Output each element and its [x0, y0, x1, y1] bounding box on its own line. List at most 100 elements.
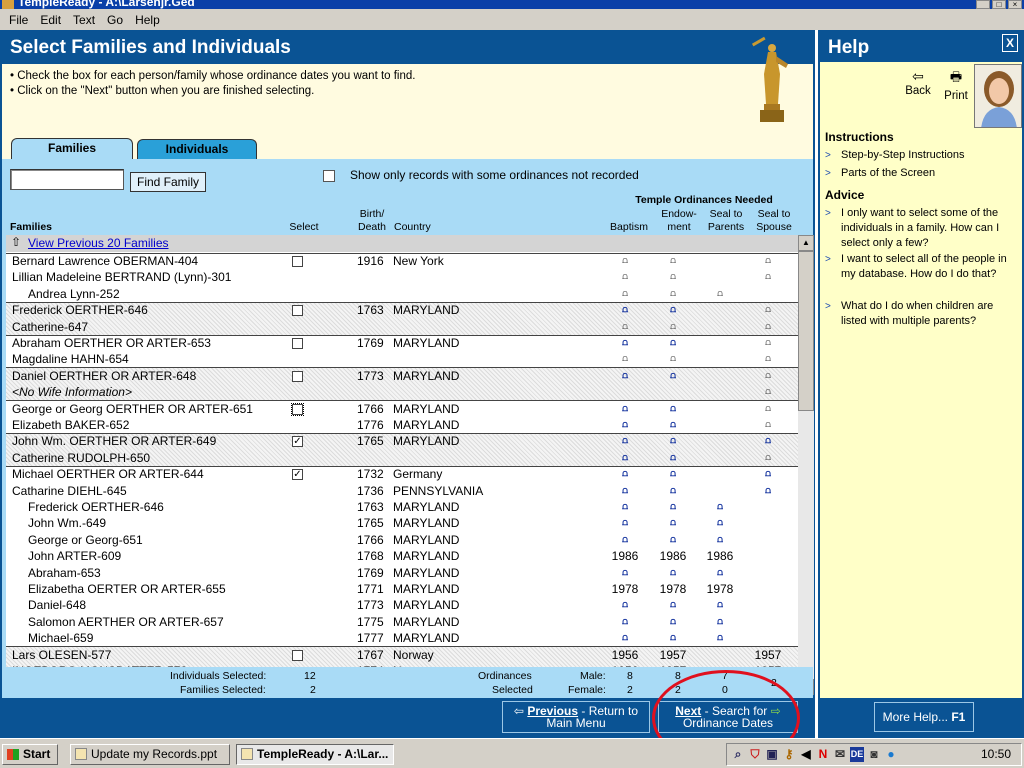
menu-file[interactable]: File: [3, 13, 34, 27]
ordinance-needed-icon: ⩍: [622, 517, 628, 528]
table-row[interactable]: Abraham-653 1769 MARYLAND ⩍ ⩍ ⩍: [6, 565, 798, 582]
table-row[interactable]: Salomon AERTHER OR ARTER-657 1775 MARYLAND…: [6, 614, 798, 631]
ordinance-needed-icon: ⩍: [622, 369, 628, 380]
scroll-up-icon[interactable]: ▲: [798, 235, 814, 251]
up-arrow-icon: ⇧: [11, 235, 22, 249]
tray-globe-icon[interactable]: ●: [884, 747, 898, 762]
tab-individuals[interactable]: Individuals: [137, 139, 257, 159]
table-row[interactable]: George or Georg-651 1766 MARYLAND ⩍ ⩍ ⩍: [6, 532, 798, 549]
tray-envelope-icon[interactable]: ✉: [833, 747, 847, 762]
select-checkbox[interactable]: [292, 338, 303, 349]
help-close-button[interactable]: X: [1002, 34, 1018, 52]
menu-text[interactable]: Text: [67, 13, 101, 27]
col-endowment-2: ment: [667, 221, 691, 233]
table-row[interactable]: Daniel OERTHER OR ARTER-648 1773 MARYLAND ⩍…: [6, 368, 798, 385]
scroll-thumb[interactable]: [798, 251, 814, 411]
maximize-button[interactable]: □: [992, 0, 1006, 9]
help-link-multiple-parents[interactable]: > What do I do when children are listed w…: [825, 299, 1015, 329]
table-row[interactable]: Lillian Madeleine BERTRAND (Lynn)-301 ⩍ ⩍ ⩍: [6, 269, 798, 286]
table-row[interactable]: Bernard Lawrence OBERMAN-404 1916 New York…: [6, 253, 798, 270]
tray-photo-icon[interactable]: ◙: [867, 747, 881, 762]
select-checkbox[interactable]: [292, 370, 303, 382]
help-link-parts-of-screen[interactable]: > Parts of the Screen: [825, 166, 1015, 181]
person-name: Elizabetha OERTER OR ARTER-655: [28, 582, 226, 596]
select-checkbox[interactable]: ✓: [292, 436, 303, 448]
table-row[interactable]: Daniel-648 1773 MARYLAND ⩍ ⩍ ⩍: [6, 597, 798, 614]
tray-icon-1[interactable]: ⌕: [731, 747, 745, 762]
start-button[interactable]: Start: [2, 744, 58, 765]
table-row[interactable]: Michael OERTHER OR ARTER-644 ✓ 1732 Germany…: [6, 466, 798, 483]
ordinance-needed-icon: ⩍: [717, 533, 723, 544]
ordinance-date: 1978: [659, 582, 687, 596]
person-name: <No Wife Information>: [12, 385, 132, 400]
find-family-button[interactable]: Find Family: [130, 172, 206, 192]
tab-families[interactable]: Families: [11, 138, 133, 160]
title-bar: TempleReady - A:\Larsenjr.Ged _ □ ×: [0, 0, 1024, 9]
help-print-button[interactable]: 🖶 Print: [940, 68, 972, 102]
person-name: Daniel OERTHER OR ARTER-648: [12, 368, 197, 383]
tray-key-icon[interactable]: ⚷: [782, 747, 796, 762]
select-checkbox[interactable]: [292, 305, 303, 317]
person-name: Salomon AERTHER OR ARTER-657: [28, 614, 224, 629]
ordinance-needed-icon: ⩍: [670, 599, 676, 610]
ordinance-unavailable-icon: ⩍: [670, 320, 676, 331]
help-link-select-some[interactable]: > I only want to select some of the indiv…: [825, 206, 1015, 251]
help-back-button[interactable]: ⇦ Back: [900, 68, 936, 97]
tray-de-icon[interactable]: DE: [850, 747, 864, 762]
menu-edit[interactable]: Edit: [34, 13, 67, 27]
table-row[interactable]: Frederick OERTHER-646 1763 MARYLAND ⩍ ⩍ ⩍: [6, 499, 798, 516]
select-checkbox[interactable]: ✓: [292, 469, 303, 481]
vertical-scrollbar[interactable]: ▲ ▼: [798, 235, 814, 695]
help-link-label: I only want to select some of the indivi…: [841, 207, 1000, 249]
previous-button[interactable]: ⇦ Previous - Return to Main Menu: [502, 701, 650, 733]
table-row[interactable]: George or Georg OERTHER OR ARTER-651 1766…: [6, 401, 798, 418]
tray-n-icon[interactable]: N: [816, 747, 830, 762]
person-name: John Wm. OERTHER OR ARTER-649: [12, 434, 217, 449]
show-only-checkbox[interactable]: [323, 170, 335, 182]
table-row[interactable]: Abraham OERTHER OR ARTER-653 1769 MARYLAND…: [6, 335, 798, 352]
country: MARYLAND: [393, 303, 460, 318]
family-search-input[interactable]: [10, 169, 124, 190]
help-link-step-by-step[interactable]: > Step-by-Step Instructions: [825, 148, 1015, 163]
table-row[interactable]: Andrea Lynn-252 ⩍ ⩍ ⩍: [6, 286, 798, 303]
table-row[interactable]: Frederick OERTHER-646 1763 MARYLAND ⩍ ⩍ ⩍: [6, 302, 798, 319]
close-window-button[interactable]: ×: [1008, 0, 1022, 9]
window-title: TempleReady - A:\Larsenjr.Ged: [18, 0, 195, 9]
select-checkbox[interactable]: [291, 402, 304, 416]
powerpoint-icon: [75, 748, 87, 760]
person-name: Daniel-648: [28, 598, 87, 613]
table-row[interactable]: Elizabeth BAKER-652 1776 MARYLAND ⩍ ⩍ ⩍: [6, 417, 798, 434]
menu-help[interactable]: Help: [129, 13, 166, 27]
table-row[interactable]: Elizabetha OERTER OR ARTER-655 1771 MARYLA…: [6, 581, 798, 598]
table-row[interactable]: Lars OLESEN-577 1767 Norway 1956 1957 1957: [6, 647, 798, 664]
person-name: Abraham OERTHER OR ARTER-653: [12, 336, 211, 350]
main-panel: • Check the box for each person/family w…: [0, 30, 815, 738]
menu-go[interactable]: Go: [101, 13, 129, 27]
ordinance-needed-icon: ⩍: [670, 517, 676, 528]
select-checkbox[interactable]: [292, 256, 303, 267]
more-help-button[interactable]: More Help... F1: [874, 702, 974, 732]
ordinance-date: 1978: [706, 582, 734, 596]
tray-network-icon[interactable]: ▣: [765, 747, 779, 762]
table-row[interactable]: Michael-659 1777 MARYLAND ⩍ ⩍ ⩍: [6, 630, 798, 647]
table-row[interactable]: Magdaline HAHN-654 ⩍ ⩍ ⩍: [6, 351, 798, 368]
view-previous-link[interactable]: View Previous 20 Families: [28, 236, 169, 250]
table-row[interactable]: Catharine DIEHL-645 1736 PENNSYLVANIA ⩍ ⩍ ⩍: [6, 483, 798, 500]
select-checkbox[interactable]: [292, 649, 303, 661]
help-link-label: Parts of the Screen: [841, 167, 936, 179]
tray-volume-icon[interactable]: ◀: [799, 747, 813, 762]
table-row[interactable]: <No Wife Information> ⩍: [6, 384, 798, 401]
table-row[interactable]: John Wm. OERTHER OR ARTER-649 ✓ 1765 MARYLA…: [6, 433, 798, 450]
table-row[interactable]: Catherine RUDOLPH-650 ⩍ ⩍ ⩍: [6, 450, 798, 467]
tray-shield-icon[interactable]: ⛉: [748, 747, 762, 762]
table-row[interactable]: John ARTER-609 1768 MARYLAND 1986 1986 1986: [6, 548, 798, 565]
start-label: Start: [23, 747, 51, 761]
minimize-button[interactable]: _: [976, 0, 990, 9]
help-link-select-all[interactable]: > I want to select all of the people in m…: [825, 252, 1015, 282]
taskbar-ppt-button[interactable]: Update my Records.ppt: [70, 744, 230, 765]
table-row[interactable]: John Wm.-649 1765 MARYLAND ⩍ ⩍ ⩍: [6, 515, 798, 532]
table-row[interactable]: Catherine-647 ⩍ ⩍ ⩍: [6, 319, 798, 336]
country: MARYLAND: [393, 401, 460, 416]
taskbar-templeready-button[interactable]: TempleReady - A:\Lar...: [236, 744, 394, 765]
ordinance-unavailable-icon: ⩍: [765, 419, 771, 429]
